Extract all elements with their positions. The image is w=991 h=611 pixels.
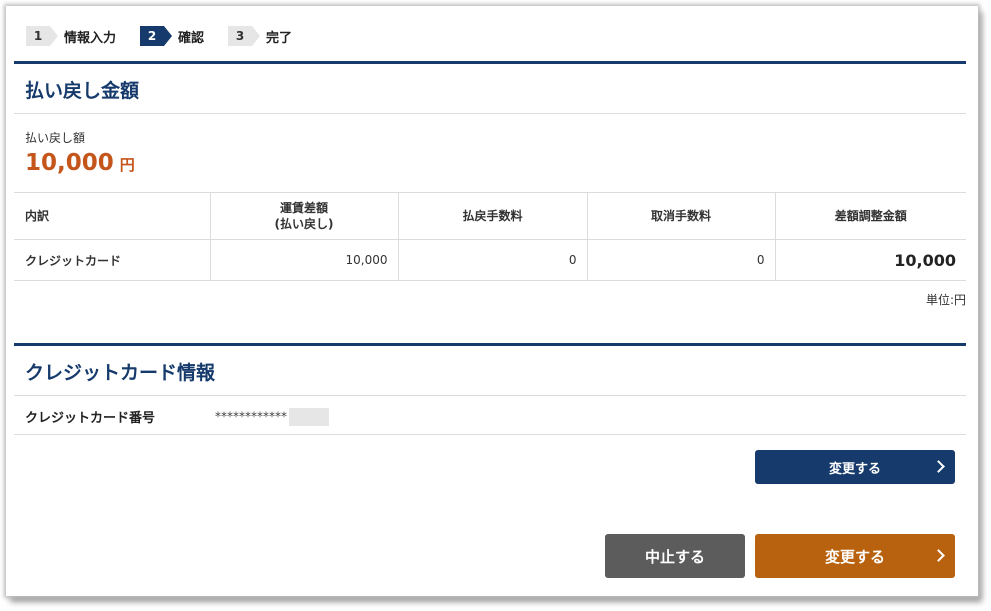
header-cancel-fee: 取消手数料 — [586, 192, 775, 240]
dialog-frame: 1 情報入力 2 確認 3 完了 払い戻し金額 払い戻し額 10,000 円 内訳… — [6, 6, 978, 596]
header-refund-fee: 払戻手数料 — [397, 192, 587, 240]
step-2-number: 2 — [140, 26, 173, 46]
chevron-right-icon — [932, 549, 945, 562]
header-breakdown: 内訳 — [14, 192, 210, 240]
card-section-header: クレジットカード情報 — [14, 343, 966, 396]
refund-section-header: 払い戻し金額 — [14, 61, 966, 114]
card-section-title: クレジットカード情報 — [25, 362, 216, 384]
cancel-button-label: 中止する — [644, 547, 705, 566]
table-header-row: 内訳 運賃差額 (払い戻し) 払戻手数料 取消手数料 差額調整金額 — [14, 192, 966, 240]
step-1: 1 情報入力 — [26, 26, 116, 46]
submit-change-button-label: 変更する — [824, 547, 885, 566]
step-2-label: 確認 — [178, 30, 205, 46]
cell-payment-method: クレジットカード — [14, 239, 210, 281]
header-fare-difference-line2: (払い戻し) — [274, 217, 334, 231]
refund-amount: 10,000 円 — [25, 150, 135, 176]
refund-amount-value: 10,000 — [25, 150, 114, 176]
header-fare-difference-line1: 運賃差額 — [279, 201, 328, 215]
card-number-masked: ************ — [215, 409, 287, 424]
cancel-button[interactable]: 中止する — [605, 534, 745, 578]
step-3-number: 3 — [228, 26, 261, 46]
cell-fare-difference: 10,000 — [209, 239, 398, 281]
refund-caption: 払い戻し額 — [25, 131, 86, 145]
submit-change-button[interactable]: 変更する — [755, 534, 955, 578]
table-row: クレジットカード 10,000 0 0 10,000 — [14, 239, 966, 281]
step-1-number: 1 — [26, 26, 58, 46]
cell-adjustment-total: 10,000 — [774, 239, 966, 281]
cell-refund-fee: 0 — [397, 239, 587, 281]
change-card-button[interactable]: 変更する — [755, 450, 955, 484]
card-number-value: ************ — [215, 408, 329, 426]
step-3-label: 完了 — [266, 30, 293, 46]
step-1-label: 情報入力 — [64, 30, 117, 46]
card-number-label: クレジットカード番号 — [25, 411, 156, 426]
card-number-row: クレジットカード番号 ************ — [14, 395, 966, 435]
refund-section-title: 払い戻し金額 — [25, 80, 140, 102]
chevron-right-icon — [932, 460, 945, 473]
breakdown-table: 内訳 運賃差額 (払い戻し) 払戻手数料 取消手数料 差額調整金額 クレジットカー… — [14, 192, 966, 281]
header-adjustment-total: 差額調整金額 — [774, 192, 966, 240]
cell-cancel-fee: 0 — [586, 239, 775, 281]
change-card-button-label: 変更する — [828, 461, 881, 477]
step-2: 2 確認 — [140, 26, 204, 46]
step-indicator: 1 情報入力 2 確認 3 完了 — [26, 26, 316, 46]
refund-amount-currency: 円 — [119, 156, 135, 174]
step-3: 3 完了 — [228, 26, 292, 46]
header-fare-difference: 運賃差額 (払い戻し) — [209, 192, 398, 240]
card-number-redaction — [289, 408, 329, 426]
unit-note: 単位:円 — [925, 293, 966, 307]
